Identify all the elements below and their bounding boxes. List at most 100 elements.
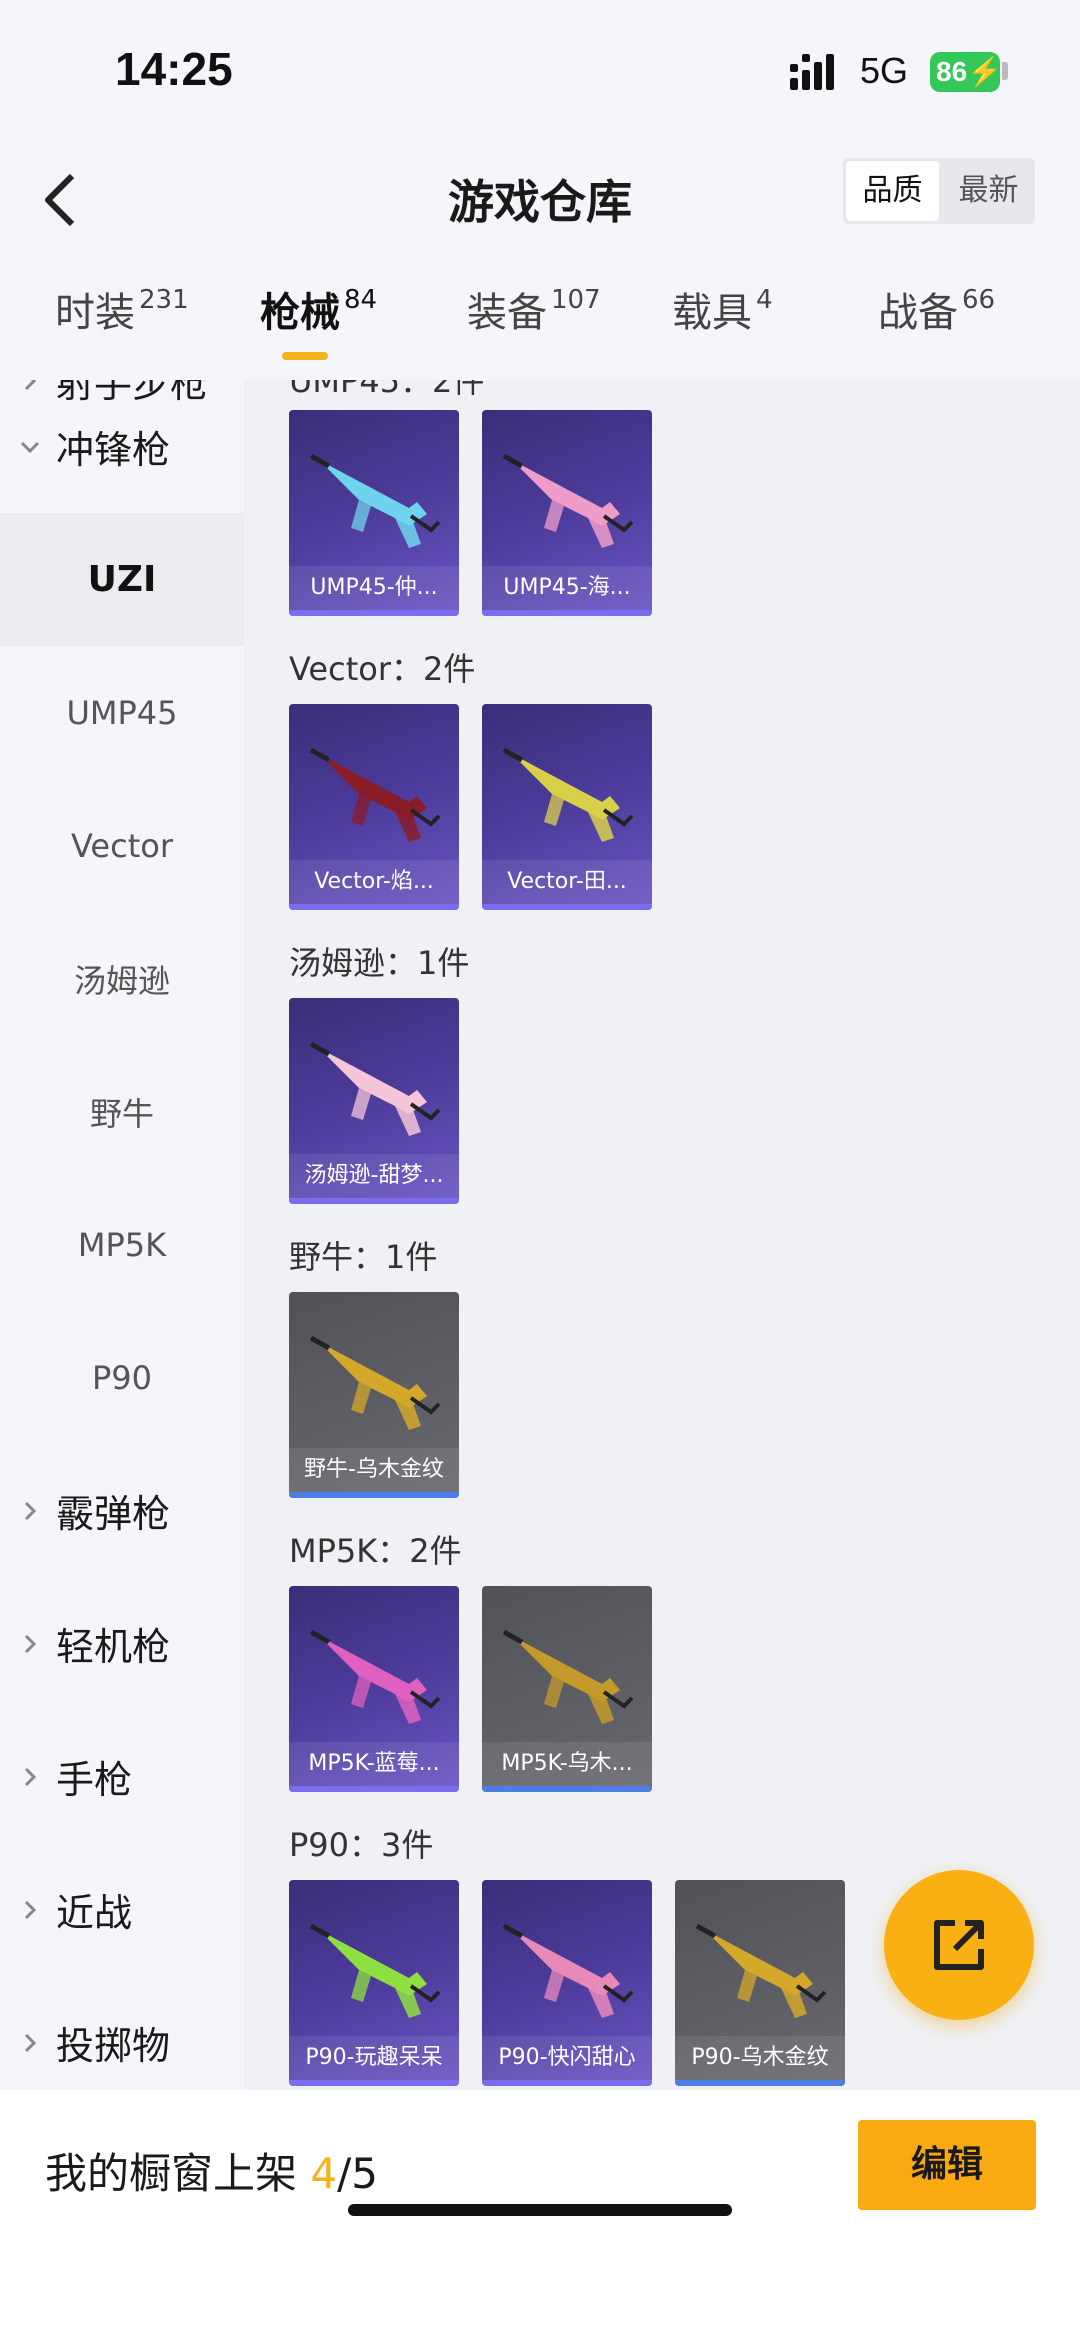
- sidebar-item-p90[interactable]: P90: [0, 1311, 244, 1444]
- sidebar-group-pistol[interactable]: 手枪: [0, 1710, 244, 1843]
- weapon-card-name: P90-玩趣呆呆: [289, 2036, 459, 2080]
- sidebar-group-smg[interactable]: 冲锋枪: [0, 380, 244, 513]
- rarity-bar: [289, 1198, 459, 1204]
- tab-label: 战备: [878, 290, 958, 336]
- sidebar-item-ump45[interactable]: UMP45: [0, 646, 244, 779]
- tab-label: 时装: [55, 290, 135, 336]
- gun-icon: [502, 747, 634, 842]
- tab-fashion[interactable]: 时装 231: [55, 280, 189, 380]
- weapon-type-sidebar: 射手步枪 冲锋枪 UZI UMP45 Vector 汤姆逊 野牛 MP5K P9…: [0, 380, 244, 2090]
- tab-guns[interactable]: 枪械 84: [260, 280, 377, 380]
- sidebar-group-label: 冲锋枪: [56, 428, 171, 472]
- sidebar-item-mp5k[interactable]: MP5K: [0, 1178, 244, 1311]
- gun-icon: [502, 453, 634, 548]
- group-title-bizon: 野牛：1件: [289, 1238, 438, 1276]
- network-type: 5G: [860, 50, 909, 91]
- rarity-bar: [482, 1786, 652, 1792]
- weapon-card-name: MP5K-蓝莓...: [289, 1742, 459, 1786]
- gun-icon: [309, 1629, 441, 1724]
- gun-icon: [309, 1041, 441, 1136]
- weapon-card[interactable]: P90-快闪甜心: [482, 1880, 652, 2086]
- item-grid: UMP45：2件 Vector：2件 汤姆逊：1件 野牛：1件 MP5K：2件 …: [244, 380, 1080, 2090]
- weapon-card[interactable]: Vector-田...: [482, 704, 652, 910]
- tab-count: 66: [962, 285, 996, 315]
- battery-icon: 86⚡: [930, 52, 1002, 92]
- showcase-label: 我的橱窗上架: [45, 2149, 298, 2198]
- sidebar-group-lmg[interactable]: 轻机枪: [0, 1577, 244, 1710]
- share-button[interactable]: [884, 1870, 1034, 2020]
- sidebar-group-label: 轻机枪: [56, 1625, 171, 1669]
- tab-count: 231: [139, 285, 189, 315]
- group-title-thompson: 汤姆逊：1件: [289, 944, 470, 982]
- chevron-down-icon: [20, 441, 40, 453]
- rarity-bar: [482, 904, 652, 910]
- sidebar-group-shotgun[interactable]: 霰弹枪: [0, 1444, 244, 1577]
- group-title-ump45: UMP45：2件: [289, 380, 485, 400]
- tab-equipment[interactable]: 装备 107: [467, 280, 601, 380]
- weapon-card[interactable]: P90-玩趣呆呆: [289, 1880, 459, 2086]
- weapon-card-name: Vector-田...: [482, 860, 652, 904]
- weapon-card-name: UMP45-仲...: [289, 566, 459, 610]
- rarity-bar: [482, 2080, 652, 2086]
- weapon-card-name: 汤姆逊-甜梦...: [289, 1154, 459, 1198]
- weapon-card-name: 野牛-乌木金纹: [289, 1448, 459, 1492]
- weapon-card[interactable]: 汤姆逊-甜梦...: [289, 998, 459, 1204]
- sidebar-group-throwable[interactable]: 投掷物: [0, 1976, 244, 2090]
- rarity-bar: [289, 610, 459, 616]
- signal-icon: [790, 54, 834, 90]
- rarity-bar: [289, 1492, 459, 1498]
- group-title-mp5k: MP5K：2件: [289, 1532, 462, 1570]
- rarity-bar: [675, 2080, 845, 2086]
- tab-supplies[interactable]: 战备 66: [878, 280, 995, 380]
- tab-count: 4: [756, 285, 773, 315]
- showcase-status: 我的橱窗上架 4/5: [45, 2140, 378, 2201]
- weapon-card[interactable]: UMP45-仲...: [289, 410, 459, 616]
- weapon-card[interactable]: MP5K-乌木...: [482, 1586, 652, 1792]
- category-tabs: 时装 231 枪械 84 装备 107 载具 4 战备 66: [0, 280, 1080, 380]
- header: 游戏仓库 品质 最新 时装 231 枪械 84 装备 107 载具 4 战备 66: [0, 140, 1080, 380]
- sidebar-group-label: 霰弹枪: [56, 1492, 171, 1536]
- sidebar-item-thompson[interactable]: 汤姆逊: [0, 912, 244, 1045]
- sort-toggle: 品质 最新: [843, 158, 1035, 224]
- weapon-card-name: MP5K-乌木...: [482, 1742, 652, 1786]
- sort-quality-button[interactable]: 品质: [846, 161, 939, 221]
- weapon-card[interactable]: P90-乌木金纹: [675, 1880, 845, 2086]
- active-tab-indicator: [282, 352, 328, 360]
- gun-icon: [309, 1923, 441, 2018]
- showcase-used-count: 4: [310, 2149, 338, 2198]
- sort-newest-button[interactable]: 最新: [942, 158, 1035, 224]
- group-title-vector: Vector：2件: [289, 650, 476, 688]
- sidebar-item-uzi[interactable]: UZI: [0, 513, 244, 646]
- rarity-bar: [289, 2080, 459, 2086]
- gun-icon: [309, 453, 441, 548]
- chevron-right-icon: [24, 1767, 37, 1786]
- weapon-card-name: P90-乌木金纹: [675, 2036, 845, 2080]
- sidebar-group-melee[interactable]: 近战: [0, 1843, 244, 1976]
- sidebar-group-label: 手枪: [56, 1758, 133, 1802]
- tab-count: 84: [344, 285, 378, 315]
- tab-label: 枪械: [260, 290, 340, 336]
- weapon-card[interactable]: MP5K-蓝莓...: [289, 1586, 459, 1792]
- sidebar-item-bizon[interactable]: 野牛: [0, 1045, 244, 1178]
- weapon-card[interactable]: 野牛-乌木金纹: [289, 1292, 459, 1498]
- weapon-card-name: Vector-焰...: [289, 860, 459, 904]
- chevron-right-icon: [24, 1501, 37, 1520]
- share-out-icon: [934, 1920, 984, 1970]
- edit-button[interactable]: 编辑: [858, 2120, 1036, 2210]
- weapon-card[interactable]: Vector-焰...: [289, 704, 459, 910]
- gun-icon: [502, 1629, 634, 1724]
- tab-vehicles[interactable]: 载具 4: [672, 280, 773, 380]
- chevron-right-icon: [24, 2033, 37, 2052]
- chevron-right-icon: [24, 1900, 37, 1919]
- status-bar: 14:25 5G 86⚡: [0, 0, 1080, 140]
- battery-tip: [1002, 62, 1008, 80]
- rarity-bar: [289, 904, 459, 910]
- chevron-right-icon: [24, 1634, 37, 1653]
- gun-icon: [502, 1923, 634, 2018]
- sidebar-item-vector[interactable]: Vector: [0, 779, 244, 912]
- weapon-card[interactable]: UMP45-海...: [482, 410, 652, 616]
- weapon-card-name: UMP45-海...: [482, 566, 652, 610]
- tab-count: 107: [551, 285, 601, 315]
- gun-icon: [309, 1335, 441, 1430]
- rarity-bar: [289, 1786, 459, 1792]
